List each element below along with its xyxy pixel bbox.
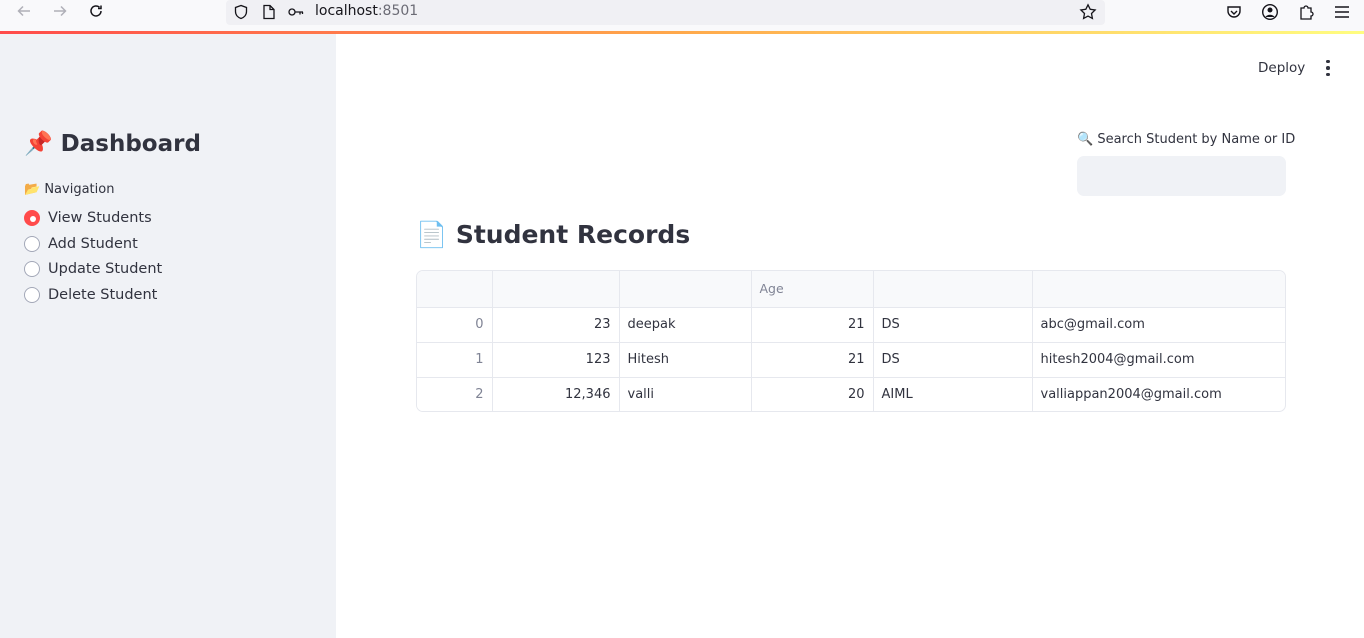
table-row[interactable]: 2 12,346 valli 20 AIML valliappan2004@gm… (417, 377, 1285, 411)
nav-radio-label: Delete Student (48, 287, 158, 303)
key-icon[interactable] (286, 2, 306, 22)
column-header[interactable] (873, 271, 1033, 308)
cell-department[interactable]: DS (873, 342, 1033, 378)
back-arrow-icon[interactable] (15, 2, 33, 20)
student-table[interactable]: Age 0 23 deepak 21 DS abc@gmail.com 1 12… (416, 270, 1286, 412)
radio-selected-icon[interactable] (24, 210, 40, 226)
column-header[interactable] (417, 271, 493, 308)
column-header[interactable] (1032, 271, 1285, 308)
url-text: localhost:8501 (315, 3, 419, 19)
table-row[interactable]: 1 123 Hitesh 21 DS hitesh2004@gmail.com (417, 342, 1285, 378)
navigation-label: 📂 Navigation (24, 182, 115, 197)
radio-unselected-icon[interactable] (24, 261, 40, 277)
row-index: 0 (417, 307, 493, 343)
cell-email[interactable]: valliappan2004@gmail.com (1032, 377, 1285, 411)
account-icon[interactable] (1260, 2, 1280, 22)
cell-id[interactable]: 12,346 (492, 377, 620, 411)
nav-radio-label: Add Student (48, 236, 138, 252)
page-icon (259, 2, 279, 22)
cell-department[interactable]: AIML (873, 377, 1033, 411)
sidebar: 📌 Dashboard 📂 Navigation View Students A… (0, 34, 336, 638)
row-index: 1 (417, 342, 493, 378)
page-title: 📄 Student Records (416, 220, 691, 249)
cell-email[interactable]: abc@gmail.com (1032, 307, 1285, 343)
kebab-menu-icon[interactable] (1319, 58, 1337, 78)
cell-age[interactable]: 21 (751, 342, 874, 378)
row-index: 2 (417, 377, 493, 411)
menu-icon[interactable] (1332, 2, 1352, 22)
nav-radio-update-student[interactable]: Update Student (24, 258, 162, 280)
table-header-row: Age (417, 271, 1285, 308)
radio-unselected-icon[interactable] (24, 236, 40, 252)
cell-department[interactable]: DS (873, 307, 1033, 343)
search-label: 🔍 Search Student by Name or ID (1077, 132, 1296, 147)
bookmark-star-icon[interactable] (1078, 2, 1098, 22)
cell-id[interactable]: 23 (492, 307, 620, 343)
cell-email[interactable]: hitesh2004@gmail.com (1032, 342, 1285, 378)
sidebar-title: 📌 Dashboard (24, 131, 201, 157)
nav-radio-label: Update Student (48, 261, 163, 277)
forward-arrow-icon[interactable] (51, 2, 69, 20)
extensions-icon[interactable] (1296, 2, 1316, 22)
browser-toolbar: localhost:8501 (0, 0, 1364, 31)
reload-icon[interactable] (87, 2, 105, 20)
column-header[interactable] (619, 271, 752, 308)
column-header[interactable] (492, 271, 620, 308)
nav-radio-add-student[interactable]: Add Student (24, 233, 138, 255)
nav-radio-label: View Students (48, 210, 152, 226)
url-bar[interactable]: localhost:8501 (226, 0, 1105, 25)
nav-radio-delete-student[interactable]: Delete Student (24, 284, 157, 306)
cell-age[interactable]: 20 (751, 377, 874, 411)
cell-name[interactable]: Hitesh (619, 342, 752, 378)
shield-icon[interactable] (231, 2, 251, 22)
column-header-age[interactable]: Age (751, 271, 874, 308)
search-input[interactable] (1077, 156, 1286, 196)
table-row[interactable]: 0 23 deepak 21 DS abc@gmail.com (417, 307, 1285, 343)
cell-age[interactable]: 21 (751, 307, 874, 343)
pocket-icon[interactable] (1224, 2, 1244, 22)
radio-unselected-icon[interactable] (24, 287, 40, 303)
cell-id[interactable]: 123 (492, 342, 620, 378)
deploy-button[interactable]: Deploy (1258, 60, 1305, 76)
cell-name[interactable]: deepak (619, 307, 752, 343)
nav-radio-view-students[interactable]: View Students (24, 207, 152, 229)
cell-name[interactable]: valli (619, 377, 752, 411)
